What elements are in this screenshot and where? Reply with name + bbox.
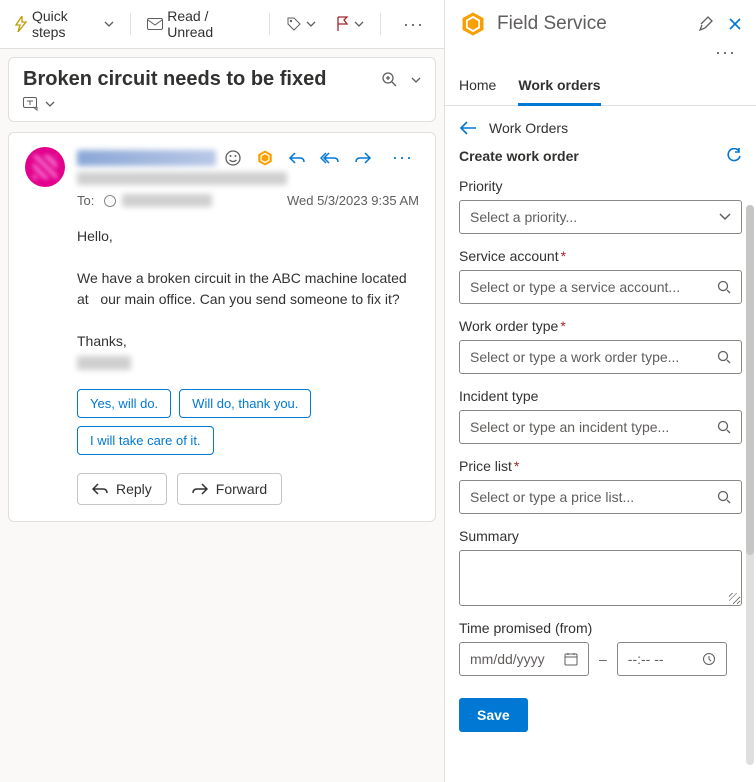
summary-label: Summary bbox=[459, 528, 742, 544]
work-order-type-placeholder: Select or type a work order type... bbox=[470, 349, 679, 365]
search-icon bbox=[717, 280, 731, 294]
incident-type-label: Incident type bbox=[459, 388, 742, 404]
scrollbar-thumb[interactable] bbox=[746, 205, 754, 555]
email-body: Hello, We have a broken circuit in the A… bbox=[77, 226, 419, 373]
date-placeholder: mm/dd/yyyy bbox=[470, 651, 545, 667]
field-service-panel: Field Service ··· Home Work orders Work … bbox=[445, 0, 756, 782]
smiley-icon[interactable] bbox=[224, 149, 242, 167]
search-icon bbox=[717, 350, 731, 364]
email-card: ··· To: Wed 5/3/2023 9:35 AM Hello, We h… bbox=[8, 132, 436, 522]
service-account-lookup[interactable]: Select or type a service account... bbox=[459, 270, 742, 304]
tag-icon bbox=[286, 16, 302, 32]
save-button[interactable]: Save bbox=[459, 698, 528, 732]
panel-more-icon[interactable]: ··· bbox=[709, 42, 742, 63]
email-reading-pane: Quick steps Read / Unread bbox=[0, 0, 445, 782]
time-promised-label: Time promised (from) bbox=[459, 620, 742, 636]
price-list-lookup[interactable]: Select or type a price list... bbox=[459, 480, 742, 514]
priority-label: Priority bbox=[459, 178, 742, 194]
flag-icon bbox=[336, 16, 350, 32]
to-label: To: bbox=[77, 193, 94, 208]
incident-type-placeholder: Select or type an incident type... bbox=[470, 419, 669, 435]
toolbar-separator bbox=[130, 13, 131, 35]
breadcrumb: Work Orders bbox=[489, 120, 568, 136]
chevron-down-icon[interactable] bbox=[45, 101, 55, 107]
ellipsis-icon: ··· bbox=[397, 14, 430, 35]
suggested-reply-2[interactable]: Will do, thank you. bbox=[179, 389, 311, 418]
pin-icon[interactable] bbox=[698, 16, 714, 32]
forward-label: Forward bbox=[216, 481, 267, 497]
chevron-down-icon[interactable] bbox=[411, 77, 421, 83]
more-actions-button[interactable]: ··· bbox=[389, 10, 438, 39]
service-account-label: Service account* bbox=[459, 248, 742, 264]
price-list-label: Price list* bbox=[459, 458, 742, 474]
close-icon[interactable] bbox=[728, 17, 742, 31]
flag-button[interactable] bbox=[328, 12, 372, 36]
quick-steps-label: Quick steps bbox=[32, 8, 100, 40]
tab-home[interactable]: Home bbox=[459, 77, 496, 105]
sender-email bbox=[77, 172, 287, 185]
chevron-down-icon bbox=[354, 21, 364, 27]
tab-work-orders[interactable]: Work orders bbox=[518, 77, 600, 106]
envelope-icon bbox=[147, 18, 163, 30]
forward-button[interactable]: Forward bbox=[177, 473, 282, 505]
panel-tabs: Home Work orders bbox=[445, 63, 756, 106]
time-placeholder: --:-- -- bbox=[628, 651, 664, 667]
toolbar-separator bbox=[380, 13, 381, 35]
field-service-logo-icon bbox=[459, 10, 487, 38]
categorize-button[interactable] bbox=[278, 12, 324, 36]
clock-icon bbox=[702, 652, 716, 666]
message-toolbar: Quick steps Read / Unread bbox=[0, 0, 444, 49]
presence-icon bbox=[104, 195, 116, 207]
work-order-type-lookup[interactable]: Select or type a work order type... bbox=[459, 340, 742, 374]
suggested-reply-3[interactable]: I will take care of it. bbox=[77, 426, 214, 455]
avatar bbox=[25, 147, 65, 187]
read-unread-button[interactable]: Read / Unread bbox=[139, 4, 261, 44]
price-list-placeholder: Select or type a price list... bbox=[470, 489, 634, 505]
time-promised-date[interactable]: mm/dd/yyyy bbox=[459, 642, 589, 676]
read-unread-label: Read / Unread bbox=[167, 8, 253, 40]
recipient-name bbox=[122, 194, 212, 207]
service-account-placeholder: Select or type a service account... bbox=[470, 279, 680, 295]
search-icon bbox=[717, 420, 731, 434]
reply-icon[interactable] bbox=[288, 151, 306, 165]
ellipsis-icon[interactable]: ··· bbox=[386, 147, 419, 168]
toolbar-separator bbox=[269, 13, 270, 35]
summary-textarea[interactable] bbox=[459, 550, 742, 606]
chevron-down-icon bbox=[104, 21, 114, 27]
reply-all-icon[interactable] bbox=[320, 151, 340, 165]
work-order-form: Work Orders Create work order Priority S… bbox=[445, 106, 756, 782]
signature-name bbox=[77, 356, 131, 370]
refresh-icon[interactable] bbox=[726, 148, 742, 164]
zoom-icon[interactable] bbox=[381, 71, 399, 89]
calendar-icon bbox=[564, 652, 578, 666]
subject-bar: Broken circuit needs to be fixed bbox=[8, 57, 436, 122]
time-promised-time[interactable]: --:-- -- bbox=[617, 642, 727, 676]
chevron-down-icon bbox=[306, 21, 316, 27]
suggested-replies: Yes, will do. Will do, thank you. I will… bbox=[77, 389, 419, 455]
incident-type-lookup[interactable]: Select or type an incident type... bbox=[459, 410, 742, 444]
time-separator: – bbox=[599, 651, 607, 667]
priority-select[interactable]: Select a priority... bbox=[459, 200, 742, 234]
translate-icon[interactable] bbox=[23, 97, 41, 111]
priority-placeholder: Select a priority... bbox=[470, 209, 577, 225]
field-service-hex-icon[interactable] bbox=[256, 149, 274, 167]
suggested-reply-1[interactable]: Yes, will do. bbox=[77, 389, 171, 418]
lightning-icon bbox=[14, 16, 28, 32]
reply-label: Reply bbox=[116, 481, 152, 497]
quick-steps-button[interactable]: Quick steps bbox=[6, 4, 122, 44]
forward-icon[interactable] bbox=[354, 151, 372, 165]
form-title: Create work order bbox=[459, 148, 579, 164]
work-order-type-label: Work order type* bbox=[459, 318, 742, 334]
email-subject: Broken circuit needs to be fixed bbox=[23, 68, 326, 91]
email-timestamp: Wed 5/3/2023 9:35 AM bbox=[287, 193, 419, 208]
search-icon bbox=[717, 490, 731, 504]
panel-title: Field Service bbox=[497, 13, 607, 35]
back-arrow-icon[interactable] bbox=[459, 121, 477, 135]
sender-name bbox=[77, 150, 216, 166]
reply-button[interactable]: Reply bbox=[77, 473, 167, 505]
chevron-down-icon bbox=[719, 213, 731, 221]
